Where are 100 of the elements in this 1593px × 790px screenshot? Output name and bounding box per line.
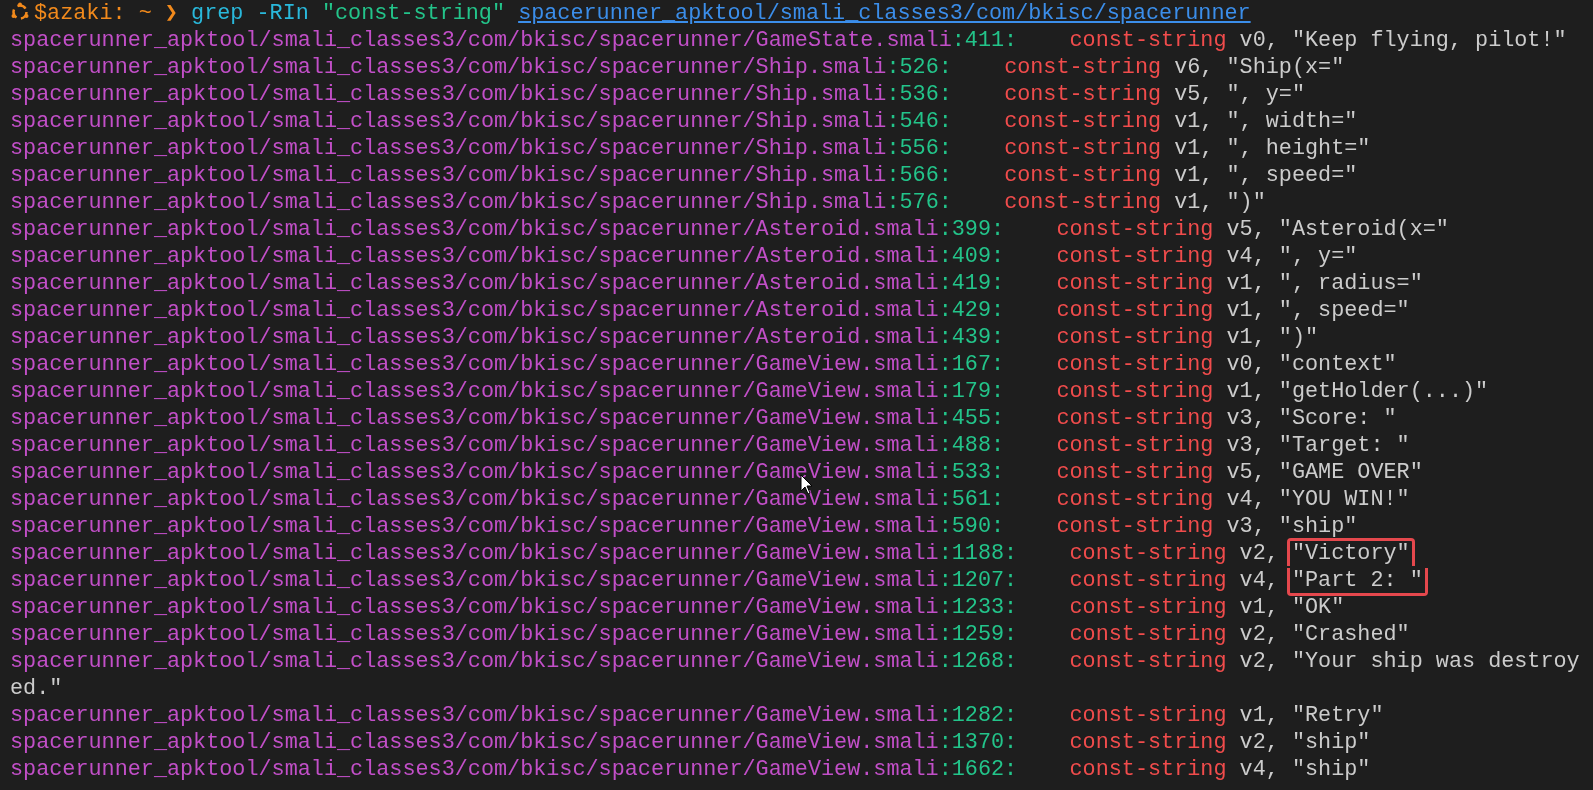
instruction: const-string xyxy=(1069,568,1227,593)
string-literal: "Retry" xyxy=(1291,703,1384,728)
line-number: :1662: xyxy=(938,757,1018,782)
search-pattern: "const-string" xyxy=(321,1,506,26)
instruction: const-string xyxy=(1004,136,1162,161)
file-path: spacerunner_apktool/smali_classes3/com/bkisc/spacerunner/Asteroid.smali xyxy=(10,298,939,323)
line-number: :556: xyxy=(886,136,952,161)
register: v1, xyxy=(1226,379,1266,404)
string-literal: "getHolder(...)" xyxy=(1278,379,1489,404)
register: v1, xyxy=(1174,109,1214,134)
file-path: spacerunner_apktool/smali_classes3/com/bkisc/spacerunner/GameView.smali xyxy=(10,406,939,431)
register: v5, xyxy=(1226,217,1266,242)
file-path: spacerunner_apktool/smali_classes3/com/bkisc/spacerunner/Asteroid.smali xyxy=(10,271,939,296)
file-path: spacerunner_apktool/smali_classes3/com/bkisc/spacerunner/GameView.smali xyxy=(10,622,939,647)
line-number: :1268: xyxy=(938,649,1018,674)
file-path: spacerunner_apktool/smali_classes3/com/bkisc/spacerunner/GameView.smali xyxy=(10,568,939,593)
instruction: const-string xyxy=(1004,190,1162,215)
register: v1, xyxy=(1174,136,1214,161)
highlighted-string: "Victory" xyxy=(1286,538,1415,566)
file-path: spacerunner_apktool/smali_classes3/com/bkisc/spacerunner/Ship.smali xyxy=(10,109,887,134)
register: v5, xyxy=(1226,460,1266,485)
line-number: :411: xyxy=(951,28,1018,53)
line-number: :409: xyxy=(938,244,1005,269)
register: v6, xyxy=(1174,55,1214,80)
string-literal: "Your ship was destroy xyxy=(1291,649,1580,674)
string-literal: ", height=" xyxy=(1226,136,1371,161)
instruction: const-string xyxy=(1056,379,1214,404)
command-flags: -RIn xyxy=(256,1,309,26)
file-path: spacerunner_apktool/smali_classes3/com/bkisc/spacerunner/GameView.smali xyxy=(10,514,939,539)
file-path: spacerunner_apktool/smali_classes3/com/bkisc/spacerunner/GameView.smali xyxy=(10,352,939,377)
register: v4, xyxy=(1226,487,1266,512)
file-path: spacerunner_apktool/smali_classes3/com/bkisc/spacerunner/Ship.smali xyxy=(10,163,887,188)
line-number: :533: xyxy=(938,460,1005,485)
string-literal-continuation: ed." xyxy=(10,676,63,701)
instruction: const-string xyxy=(1069,28,1227,53)
string-literal: "OK" xyxy=(1291,595,1345,620)
instruction: const-string xyxy=(1056,271,1214,296)
instruction: const-string xyxy=(1056,298,1214,323)
line-number: :566: xyxy=(886,163,952,188)
string-literal: "Target: " xyxy=(1278,433,1410,458)
file-path: spacerunner_apktool/smali_classes3/com/bkisc/spacerunner/Ship.smali xyxy=(10,82,887,107)
line-number: :526: xyxy=(886,55,952,80)
file-path: spacerunner_apktool/smali_classes3/com/bkisc/spacerunner/GameView.smali xyxy=(10,757,939,782)
line-number: :419: xyxy=(938,271,1005,296)
string-literal: "Score: " xyxy=(1278,406,1397,431)
register: v5, xyxy=(1174,82,1214,107)
file-path: spacerunner_apktool/smali_classes3/com/bkisc/spacerunner/Ship.smali xyxy=(10,136,887,161)
string-literal: "GAME OVER" xyxy=(1278,460,1423,485)
instruction: const-string xyxy=(1056,433,1214,458)
register: v1, xyxy=(1226,271,1266,296)
file-path: spacerunner_apktool/smali_classes3/com/bkisc/spacerunner/GameView.smali xyxy=(10,541,939,566)
line-number: :439: xyxy=(938,325,1005,350)
string-literal: "Asteroid(x=" xyxy=(1278,217,1449,242)
directory-link[interactable]: spacerunner_apktool/smali_classes3/com/bkisc/spacerunner xyxy=(518,1,1251,26)
instruction: const-string xyxy=(1056,352,1214,377)
file-path: spacerunner_apktool/smali_classes3/com/bkisc/spacerunner/GameView.smali xyxy=(10,649,939,674)
register: v2, xyxy=(1239,541,1279,566)
line-number: :576: xyxy=(886,190,952,215)
instruction: const-string xyxy=(1056,460,1214,485)
instruction: const-string xyxy=(1069,757,1227,782)
string-literal: ", width=" xyxy=(1226,109,1358,134)
instruction: const-string xyxy=(1069,622,1227,647)
file-path: spacerunner_apktool/smali_classes3/com/bkisc/spacerunner/Asteroid.smali xyxy=(10,244,939,269)
file-path: spacerunner_apktool/smali_classes3/com/bkisc/spacerunner/Ship.smali xyxy=(10,55,887,80)
register: v4, xyxy=(1239,757,1279,782)
register: v3, xyxy=(1226,433,1266,458)
string-literal: "ship" xyxy=(1291,757,1371,782)
line-number: :399: xyxy=(938,217,1005,242)
instruction: const-string xyxy=(1069,595,1227,620)
register: v2, xyxy=(1239,622,1279,647)
line-number: :488: xyxy=(938,433,1005,458)
line-number: :1233: xyxy=(938,595,1018,620)
file-path: spacerunner_apktool/smali_classes3/com/bkisc/spacerunner/GameView.smali xyxy=(10,730,939,755)
string-literal: ", speed=" xyxy=(1278,298,1410,323)
string-literal: ", y=" xyxy=(1278,244,1358,269)
register: v4, xyxy=(1239,568,1279,593)
register: v0, xyxy=(1239,28,1279,53)
instruction: const-string xyxy=(1069,649,1227,674)
string-literal: ")" xyxy=(1226,190,1266,215)
file-path: spacerunner_apktool/smali_classes3/com/bkisc/spacerunner/GameView.smali xyxy=(10,460,939,485)
register: v0, xyxy=(1226,352,1266,377)
file-path: spacerunner_apktool/smali_classes3/com/bkisc/spacerunner/Asteroid.smali xyxy=(10,217,939,242)
string-literal: "ship" xyxy=(1278,514,1358,539)
instruction: const-string xyxy=(1056,217,1214,242)
register: v1, xyxy=(1174,163,1214,188)
line-number: :1188: xyxy=(938,541,1018,566)
instruction: const-string xyxy=(1069,730,1227,755)
string-literal: "Ship(x=" xyxy=(1226,55,1345,80)
line-number: :167: xyxy=(938,352,1005,377)
prompt-user: $azaki: xyxy=(34,1,126,26)
file-path: spacerunner_apktool/smali_classes3/com/bkisc/spacerunner/GameView.smali xyxy=(10,487,939,512)
highlighted-string: "Part 2: " xyxy=(1286,568,1428,596)
string-literal: ", radius=" xyxy=(1278,271,1423,296)
instruction: const-string xyxy=(1056,487,1214,512)
line-number: :179: xyxy=(938,379,1005,404)
line-number: :536: xyxy=(886,82,952,107)
line-number: :546: xyxy=(886,109,952,134)
register: v1, xyxy=(1239,703,1279,728)
instruction: const-string xyxy=(1056,244,1214,269)
string-literal: "ship" xyxy=(1291,730,1371,755)
